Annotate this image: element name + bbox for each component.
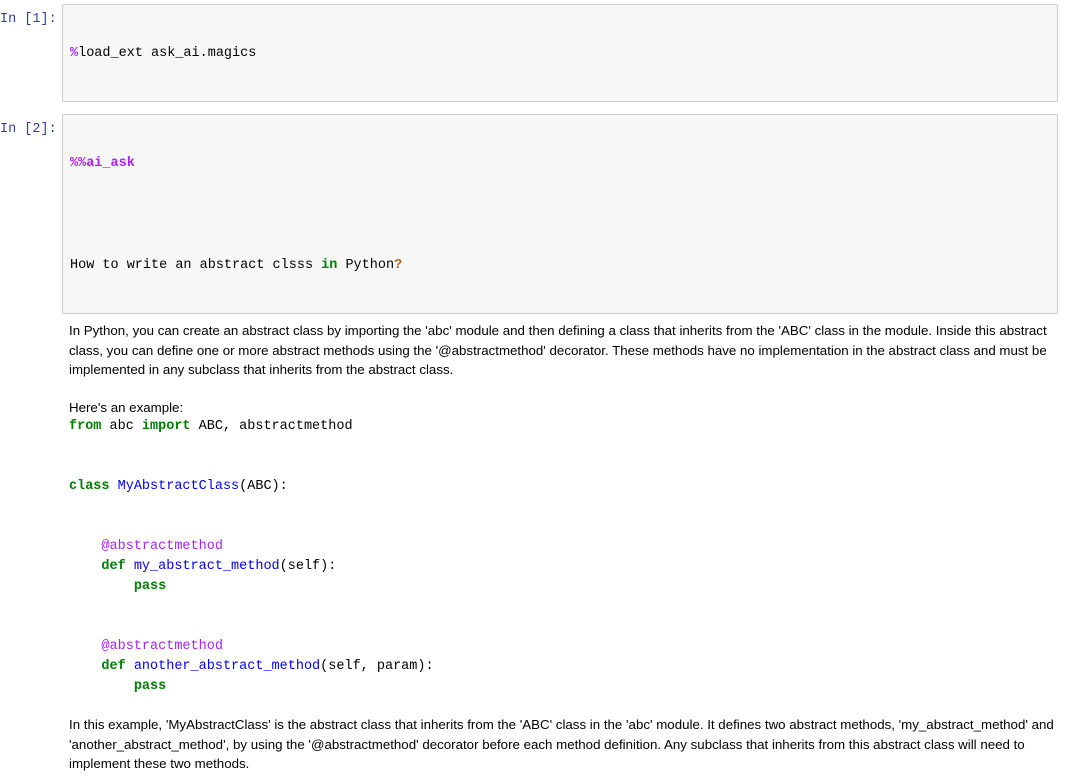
- code-input-cell-2[interactable]: %%ai_ask How to write an abstract clsss …: [62, 114, 1058, 314]
- question-keyword-in: in: [321, 258, 338, 273]
- method-1-params: (self):: [279, 559, 337, 574]
- code-blank-line-1: [69, 437, 1055, 457]
- code-line-pass-1: pass: [69, 577, 1055, 597]
- code-line-class-def: class MyAbstractClass(ABC):: [69, 477, 1055, 497]
- code-line-method-2: def another_abstract_method(self, param)…: [69, 657, 1055, 677]
- magic-token: %: [70, 46, 79, 61]
- ai-answer-body: In Python, you can create an abstract cl…: [62, 314, 1067, 778]
- magic-arguments: load_ext ask_ai.magics: [78, 46, 257, 61]
- code-blank-line-6: [69, 617, 1055, 637]
- code-line-method-1: def my_abstract_method(self):: [69, 557, 1055, 577]
- input-prompt-2: In [2]:: [0, 122, 57, 137]
- answer-paragraph-2: In this example, 'MyAbstractClass' is th…: [69, 717, 1054, 771]
- code-blank-line-2: [69, 457, 1055, 477]
- method-name-my-abstract-method: my_abstract_method: [133, 559, 280, 574]
- imported-names: ABC, abstractmethod: [190, 419, 353, 434]
- example-lead-text: Here's an example:: [69, 399, 184, 415]
- code-line-decorator-2: @abstractmethod: [69, 637, 1055, 657]
- code-line-ai-ask-magic: %%ai_ask: [70, 155, 1049, 172]
- decorator-abstractmethod-2: @abstractmethod: [69, 639, 223, 654]
- notebook-cell-2[interactable]: In [2]: %%ai_ask How to write an abstrac…: [0, 114, 1067, 314]
- paragraph-gap-2: [69, 697, 1055, 715]
- question-mark: ?: [394, 258, 403, 273]
- notebook-cell-1[interactable]: In [1]: %load_ext ask_ai.magics: [0, 4, 1067, 102]
- module-abc: abc: [101, 419, 142, 434]
- code-input-cell-1[interactable]: %load_ext ask_ai.magics: [62, 4, 1058, 102]
- question-text-part-2: Python: [337, 258, 395, 273]
- answer-paragraph-1: In Python, you can create an abstract cl…: [69, 323, 1047, 377]
- code-line-load-ext: %load_ext ask_ai.magics: [70, 45, 1049, 62]
- question-text-part-1: How to write an abstract clsss: [70, 258, 322, 273]
- input-prompt-1: In [1]:: [0, 12, 57, 27]
- code-line-pass-2: pass: [69, 677, 1055, 697]
- method-name-another-abstract-method: another_abstract_method: [133, 659, 321, 674]
- indent-method-1: [69, 559, 101, 574]
- code-blank-line-3: [69, 497, 1055, 517]
- space-after-def-1: [126, 559, 134, 574]
- keyword-pass-1: pass: [133, 579, 167, 594]
- paragraph-gap-1: [69, 380, 1055, 398]
- keyword-def-1: def: [101, 559, 126, 574]
- code-blank-line-4: [69, 517, 1055, 537]
- cell-magic-token: %%ai_ask: [70, 156, 135, 171]
- indent-pass-1: [69, 579, 134, 594]
- indent-pass-2: [69, 679, 134, 694]
- keyword-pass-2: pass: [133, 679, 167, 694]
- method-2-params: (self, param):: [320, 659, 434, 674]
- space-after-class: [110, 479, 118, 494]
- notebook-container: In [1]: %load_ext ask_ai.magics In [2]: …: [0, 4, 1067, 771]
- code-line-question: How to write an abstract clsss in Python…: [70, 257, 1049, 274]
- code-block-example: from abc import ABC, abstractmethod clas…: [69, 417, 1055, 697]
- keyword-from: from: [69, 419, 102, 434]
- decorator-abstractmethod-1: @abstractmethod: [69, 539, 223, 554]
- class-bases: (ABC):: [239, 479, 288, 494]
- class-name-myabstractclass: MyAbstractClass: [117, 479, 240, 494]
- code-line-decorator-1: @abstractmethod: [69, 537, 1055, 557]
- keyword-import: import: [141, 419, 191, 434]
- space-after-def-2: [126, 659, 134, 674]
- cell-output-area: In Python, you can create an abstract cl…: [0, 314, 1067, 778]
- code-blank-line-5: [69, 597, 1055, 617]
- keyword-class: class: [69, 479, 110, 494]
- indent-method-2: [69, 659, 101, 674]
- code-line-from-import: from abc import ABC, abstractmethod: [69, 417, 1055, 437]
- keyword-def-2: def: [101, 659, 126, 674]
